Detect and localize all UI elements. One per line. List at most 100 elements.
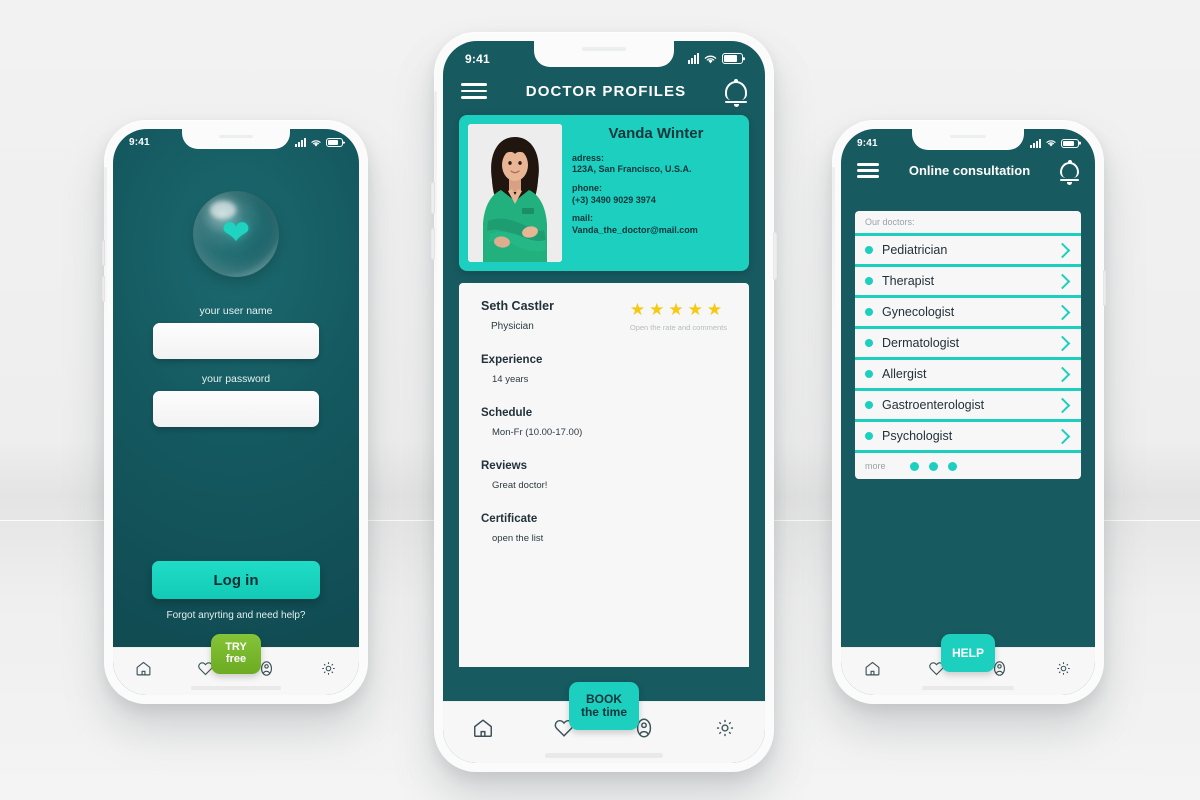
gear-icon[interactable]	[320, 660, 337, 677]
specialty-row-pediatrician[interactable]: Pediatrician	[855, 233, 1081, 264]
try-free-button[interactable]: TRY free	[211, 634, 261, 674]
more-link[interactable]: more	[865, 461, 886, 471]
volume-down-button[interactable]	[431, 228, 435, 260]
rating-block: ★ ★ ★ ★ ★ Open the rate and comments	[630, 299, 727, 332]
detail-certificate: Certificate open the list	[481, 513, 727, 544]
doctor-photo	[468, 124, 562, 262]
status-dot-icon	[865, 370, 873, 378]
bottom-navigation-bar: HELP	[841, 634, 1095, 695]
doctor-contact-card: Vanda Winter adress: 123A, San Francisco…	[459, 115, 749, 271]
star-rating[interactable]: ★ ★ ★ ★ ★	[630, 301, 727, 318]
signal-bars-icon	[295, 138, 306, 147]
volume-up-button[interactable]	[102, 240, 105, 266]
specialty-row-psychologist[interactable]: Psychologist	[855, 419, 1081, 450]
help-button[interactable]: HELP	[941, 634, 995, 672]
forgot-password-link[interactable]: Forgot anyrting and need help?	[113, 610, 359, 621]
search-input[interactable]: Our doctors:	[855, 211, 1081, 233]
battery-icon	[326, 138, 343, 147]
consultation-screen-content: 9:41 Online consultation Our doctors: Pe…	[841, 129, 1095, 695]
star-icon[interactable]: ★	[649, 301, 664, 318]
detail-label: Reviews	[481, 460, 528, 472]
status-dot-icon	[865, 277, 873, 285]
power-button[interactable]	[1103, 270, 1106, 306]
signal-bars-icon	[1030, 138, 1041, 148]
chevron-right-icon	[1054, 428, 1071, 444]
wifi-icon	[1046, 140, 1056, 147]
mail-label: mail:	[572, 213, 594, 224]
detail-value: Mon-Fr (10.00-17.00)	[492, 427, 583, 438]
login-button[interactable]: Log in	[152, 561, 320, 599]
home-icon[interactable]	[135, 660, 152, 677]
detail-value[interactable]: open the list	[481, 533, 727, 544]
specialty-label: Gastroenterologist	[882, 398, 985, 412]
heart-bubble-logo: ❤	[193, 191, 279, 277]
pagination-dot[interactable]	[947, 461, 957, 471]
mail-value: Vanda_the_doctor@mail.com	[572, 224, 698, 235]
specialty-row-therapist[interactable]: Therapist	[855, 264, 1081, 295]
status-time: 9:41	[857, 137, 878, 149]
doctor-phone-row: phone: (+3) 3490 9029 3974	[572, 183, 740, 206]
open-reviews-link[interactable]: Open the rate and comments	[630, 323, 727, 332]
pagination-dots	[909, 461, 957, 471]
home-icon[interactable]	[864, 660, 881, 677]
wifi-icon	[311, 139, 321, 146]
home-indicator	[922, 686, 1014, 690]
volume-down-button[interactable]	[102, 276, 105, 302]
speaker-slot	[950, 135, 986, 138]
rating-row: Seth Castler Physician ★ ★ ★ ★ ★ Open th…	[481, 299, 727, 332]
specialty-row-allergist[interactable]: Allergist	[855, 357, 1081, 388]
wifi-icon	[704, 55, 717, 63]
status-icons	[295, 138, 343, 148]
star-icon[interactable]: ★	[688, 301, 703, 318]
pagination-row: more	[855, 450, 1081, 479]
specialty-label: Therapist	[882, 274, 935, 288]
detail-label: Certificate	[481, 513, 538, 525]
battery-icon	[1061, 138, 1079, 148]
username-label: your user name	[199, 305, 273, 317]
hamburger-menu-icon[interactable]	[857, 163, 879, 178]
star-icon[interactable]: ★	[668, 301, 683, 318]
phone-login-screen: 9:41 ❤ your user name your password Log	[102, 120, 368, 704]
profile-screen-content: 9:41 DOCTOR PROFILES Vanda Winter adress…	[443, 41, 765, 763]
specialty-row-dermatologist[interactable]: Dermatologist	[855, 326, 1081, 357]
power-button[interactable]	[773, 232, 777, 280]
home-icon[interactable]	[472, 717, 494, 739]
specialty-row-gastroenterologist[interactable]: Gastroenterologist	[855, 388, 1081, 419]
chevron-right-icon	[1054, 304, 1071, 320]
speaker-slot	[219, 135, 253, 138]
specialty-row-gynecologist[interactable]: Gynecologist	[855, 295, 1081, 326]
bell-icon[interactable]	[725, 79, 747, 107]
bell-body	[1060, 162, 1079, 179]
volume-up-button[interactable]	[431, 182, 435, 214]
doctor-address-row: adress: 123A, San Francisco, U.S.A.	[572, 153, 740, 176]
detail-experience: Experience 14 years	[481, 354, 727, 385]
password-input[interactable]	[153, 391, 319, 427]
phone-label: phone:	[572, 182, 602, 193]
star-icon[interactable]: ★	[707, 301, 722, 318]
specialties-list: Our doctors: Pediatrician Therapist Gyne…	[855, 211, 1081, 479]
status-dot-icon	[865, 339, 873, 347]
status-time: 9:41	[129, 137, 150, 148]
status-icons	[688, 53, 743, 65]
book-the-time-button[interactable]: BOOK the time	[569, 682, 639, 730]
status-dot-icon	[865, 246, 873, 254]
pagination-dot[interactable]	[909, 461, 919, 471]
chevron-right-icon	[1054, 366, 1071, 382]
physician-role: Physician	[491, 321, 534, 332]
doctor-contact-info: Vanda Winter adress: 123A, San Francisco…	[572, 124, 740, 262]
bell-icon[interactable]	[1060, 160, 1079, 186]
address-value: 123A, San Francisco, U.S.A.	[572, 164, 692, 175]
pagination-dot[interactable]	[928, 461, 938, 471]
username-input[interactable]	[153, 323, 319, 359]
bell-base	[725, 100, 747, 103]
gear-icon[interactable]	[714, 717, 736, 739]
specialty-label: Allergist	[882, 367, 927, 381]
gear-icon[interactable]	[1055, 660, 1072, 677]
notch	[912, 129, 1024, 150]
phone-value: (+3) 3490 9029 3974	[572, 194, 656, 205]
star-icon[interactable]: ★	[630, 301, 645, 318]
page-title: DOCTOR PROFILES	[525, 82, 687, 100]
hamburger-menu-icon[interactable]	[461, 83, 487, 100]
speaker-slot	[582, 47, 626, 51]
